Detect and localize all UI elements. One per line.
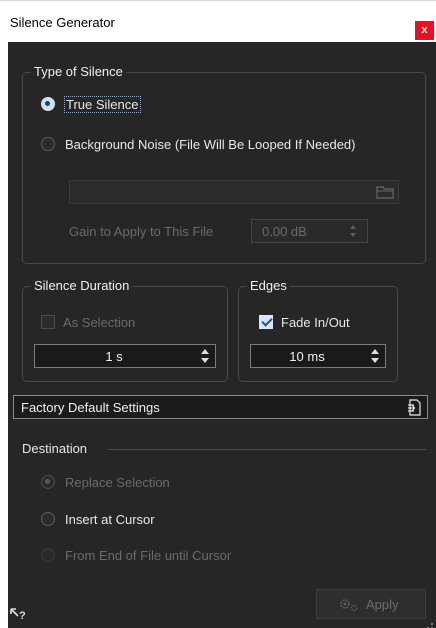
gain-value: 0.00 dB bbox=[262, 224, 307, 239]
background-noise-label: Background Noise (File Will Be Looped If… bbox=[65, 136, 356, 152]
insert-at-cursor-radio[interactable]: Insert at Cursor bbox=[41, 509, 155, 529]
as-selection-checkbox[interactable]: As Selection bbox=[41, 312, 135, 332]
spin-arrows-icon bbox=[201, 349, 209, 363]
checkbox-checked-icon bbox=[259, 315, 273, 329]
replace-selection-label: Replace Selection bbox=[65, 474, 170, 490]
folder-icon[interactable] bbox=[376, 185, 394, 199]
gain-spinbox[interactable]: 0.00 dB bbox=[251, 219, 368, 243]
help-question-glyph: ? bbox=[19, 610, 26, 622]
replace-selection-radio[interactable]: Replace Selection bbox=[41, 472, 170, 492]
resize-grip[interactable] bbox=[426, 618, 434, 628]
resize-grip-icon bbox=[427, 623, 433, 628]
close-icon: x bbox=[421, 24, 428, 36]
presets-bar[interactable]: Factory Default Settings bbox=[13, 395, 428, 419]
spin-arrows-icon bbox=[371, 349, 379, 363]
radio-selected-icon bbox=[41, 97, 55, 111]
preset-menu-icon[interactable] bbox=[407, 399, 421, 416]
window-title: Silence Generator bbox=[10, 15, 115, 30]
silence-duration-legend: Silence Duration bbox=[31, 278, 133, 294]
close-button[interactable]: x bbox=[415, 21, 434, 40]
fade-duration-spinbox[interactable]: 10 ms bbox=[250, 344, 386, 368]
radio-selected-icon bbox=[41, 475, 55, 489]
true-silence-radio[interactable]: True Silence bbox=[41, 94, 141, 114]
title-bar: Silence Generator x bbox=[0, 0, 436, 42]
from-end-radio[interactable]: From End of File until Cursor bbox=[41, 545, 231, 565]
fade-in-out-label: Fade In/Out bbox=[281, 314, 350, 330]
from-end-label: From End of File until Cursor bbox=[65, 547, 232, 563]
background-noise-radio[interactable]: Background Noise (File Will Be Looped If… bbox=[41, 134, 355, 154]
gain-label: Gain to Apply to This File bbox=[69, 224, 214, 239]
duration-value: 1 s bbox=[105, 349, 123, 364]
apply-label: Apply bbox=[366, 597, 399, 612]
destination-label: Destination bbox=[22, 441, 88, 456]
edges-legend: Edges bbox=[247, 278, 290, 294]
radio-unselected-icon bbox=[41, 512, 55, 526]
destination-divider bbox=[108, 449, 426, 450]
true-silence-label: True Silence bbox=[64, 95, 141, 113]
help-button[interactable]: ? bbox=[10, 606, 30, 624]
type-of-silence-legend: Type of Silence bbox=[31, 64, 126, 80]
gears-icon bbox=[340, 598, 358, 611]
duration-spinbox[interactable]: 1 s bbox=[34, 344, 216, 368]
radio-unselected-icon bbox=[41, 137, 55, 151]
fade-in-out-checkbox[interactable]: Fade In/Out bbox=[259, 312, 350, 332]
presets-label: Factory Default Settings bbox=[21, 400, 160, 415]
noise-file-path-field[interactable] bbox=[69, 180, 399, 204]
fade-duration-value: 10 ms bbox=[289, 349, 325, 364]
spin-arrows-icon bbox=[350, 225, 357, 237]
apply-button[interactable]: Apply bbox=[316, 589, 426, 619]
radio-unselected-icon bbox=[41, 548, 55, 562]
insert-at-cursor-label: Insert at Cursor bbox=[65, 511, 155, 527]
checkbox-unchecked-icon bbox=[41, 315, 55, 329]
as-selection-label: As Selection bbox=[63, 314, 136, 330]
